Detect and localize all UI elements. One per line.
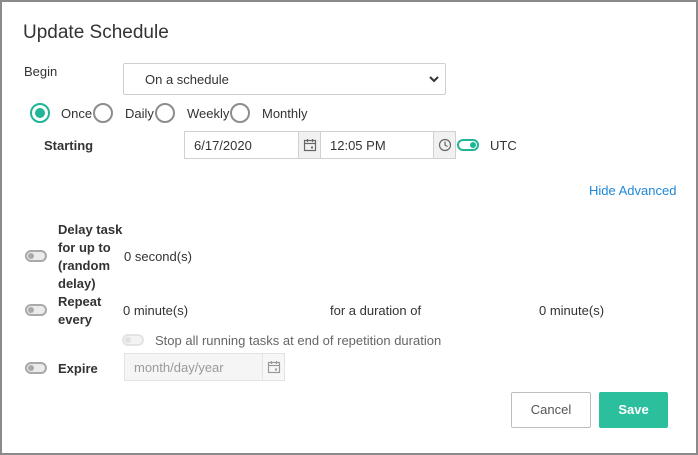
repeat-label: Repeat every	[58, 293, 101, 329]
start-date-picker-button[interactable]	[298, 132, 320, 158]
repeat-toggle[interactable]	[25, 304, 47, 316]
repeat-duration-label: for a duration of	[330, 303, 422, 318]
radio-once[interactable]	[30, 103, 50, 123]
chevron-down-icon	[429, 76, 439, 83]
radio-weekly-label: Weekly	[187, 106, 230, 121]
start-time-picker-button[interactable]	[433, 132, 455, 158]
start-date-field[interactable]: 6/17/2020	[184, 131, 321, 159]
start-time-field[interactable]: 12:05 PM	[320, 131, 456, 159]
stop-tasks-toggle[interactable]	[122, 334, 144, 346]
expire-date-picker-button[interactable]	[262, 354, 284, 380]
delay-label-line: (random	[58, 258, 110, 273]
calendar-icon	[303, 139, 317, 152]
delay-label-line: Delay task	[58, 222, 123, 237]
delay-toggle[interactable]	[25, 250, 47, 262]
expire-date-placeholder: month/day/year	[134, 360, 224, 375]
begin-select[interactable]: On a schedule	[123, 63, 446, 95]
delay-label: Delay task for up to (random delay)	[58, 221, 122, 293]
begin-select-value: On a schedule	[145, 72, 229, 87]
clock-icon	[438, 138, 452, 152]
expire-date-field[interactable]: month/day/year	[124, 353, 285, 381]
radio-weekly[interactable]	[155, 103, 175, 123]
expire-toggle[interactable]	[25, 362, 47, 374]
utc-label: UTC	[490, 138, 517, 153]
delay-value: 0 second(s)	[124, 249, 192, 264]
radio-once-label: Once	[61, 106, 93, 121]
delay-label-line: delay)	[58, 276, 96, 291]
repeat-duration-value: 0 minute(s)	[539, 303, 605, 318]
save-button[interactable]: Save	[599, 392, 668, 428]
repeat-interval-value: 0 minute(s)	[123, 303, 189, 318]
radio-monthly-label: Monthly	[262, 106, 308, 121]
expire-label: Expire	[58, 361, 98, 376]
radio-daily[interactable]	[93, 103, 113, 123]
calendar-icon	[267, 361, 281, 374]
update-schedule-dialog: Update Schedule Begin On a schedule Once…	[0, 0, 698, 455]
starting-label: Starting	[44, 138, 94, 153]
dialog-title: Update Schedule	[23, 22, 169, 43]
begin-label: Begin	[24, 64, 58, 79]
start-time-value: 12:05 PM	[330, 138, 386, 153]
repeat-label-line: Repeat	[58, 294, 102, 309]
hide-advanced-link[interactable]: Hide Advanced	[589, 183, 676, 198]
stop-tasks-label: Stop all running tasks at end of repetit…	[155, 333, 442, 348]
radio-daily-label: Daily	[125, 106, 154, 121]
delay-label-line: for up to	[58, 240, 111, 255]
repeat-label-line: every	[58, 312, 92, 327]
utc-toggle[interactable]	[457, 139, 479, 151]
start-date-value: 6/17/2020	[194, 138, 252, 153]
cancel-button[interactable]: Cancel	[511, 392, 591, 428]
radio-monthly[interactable]	[230, 103, 250, 123]
